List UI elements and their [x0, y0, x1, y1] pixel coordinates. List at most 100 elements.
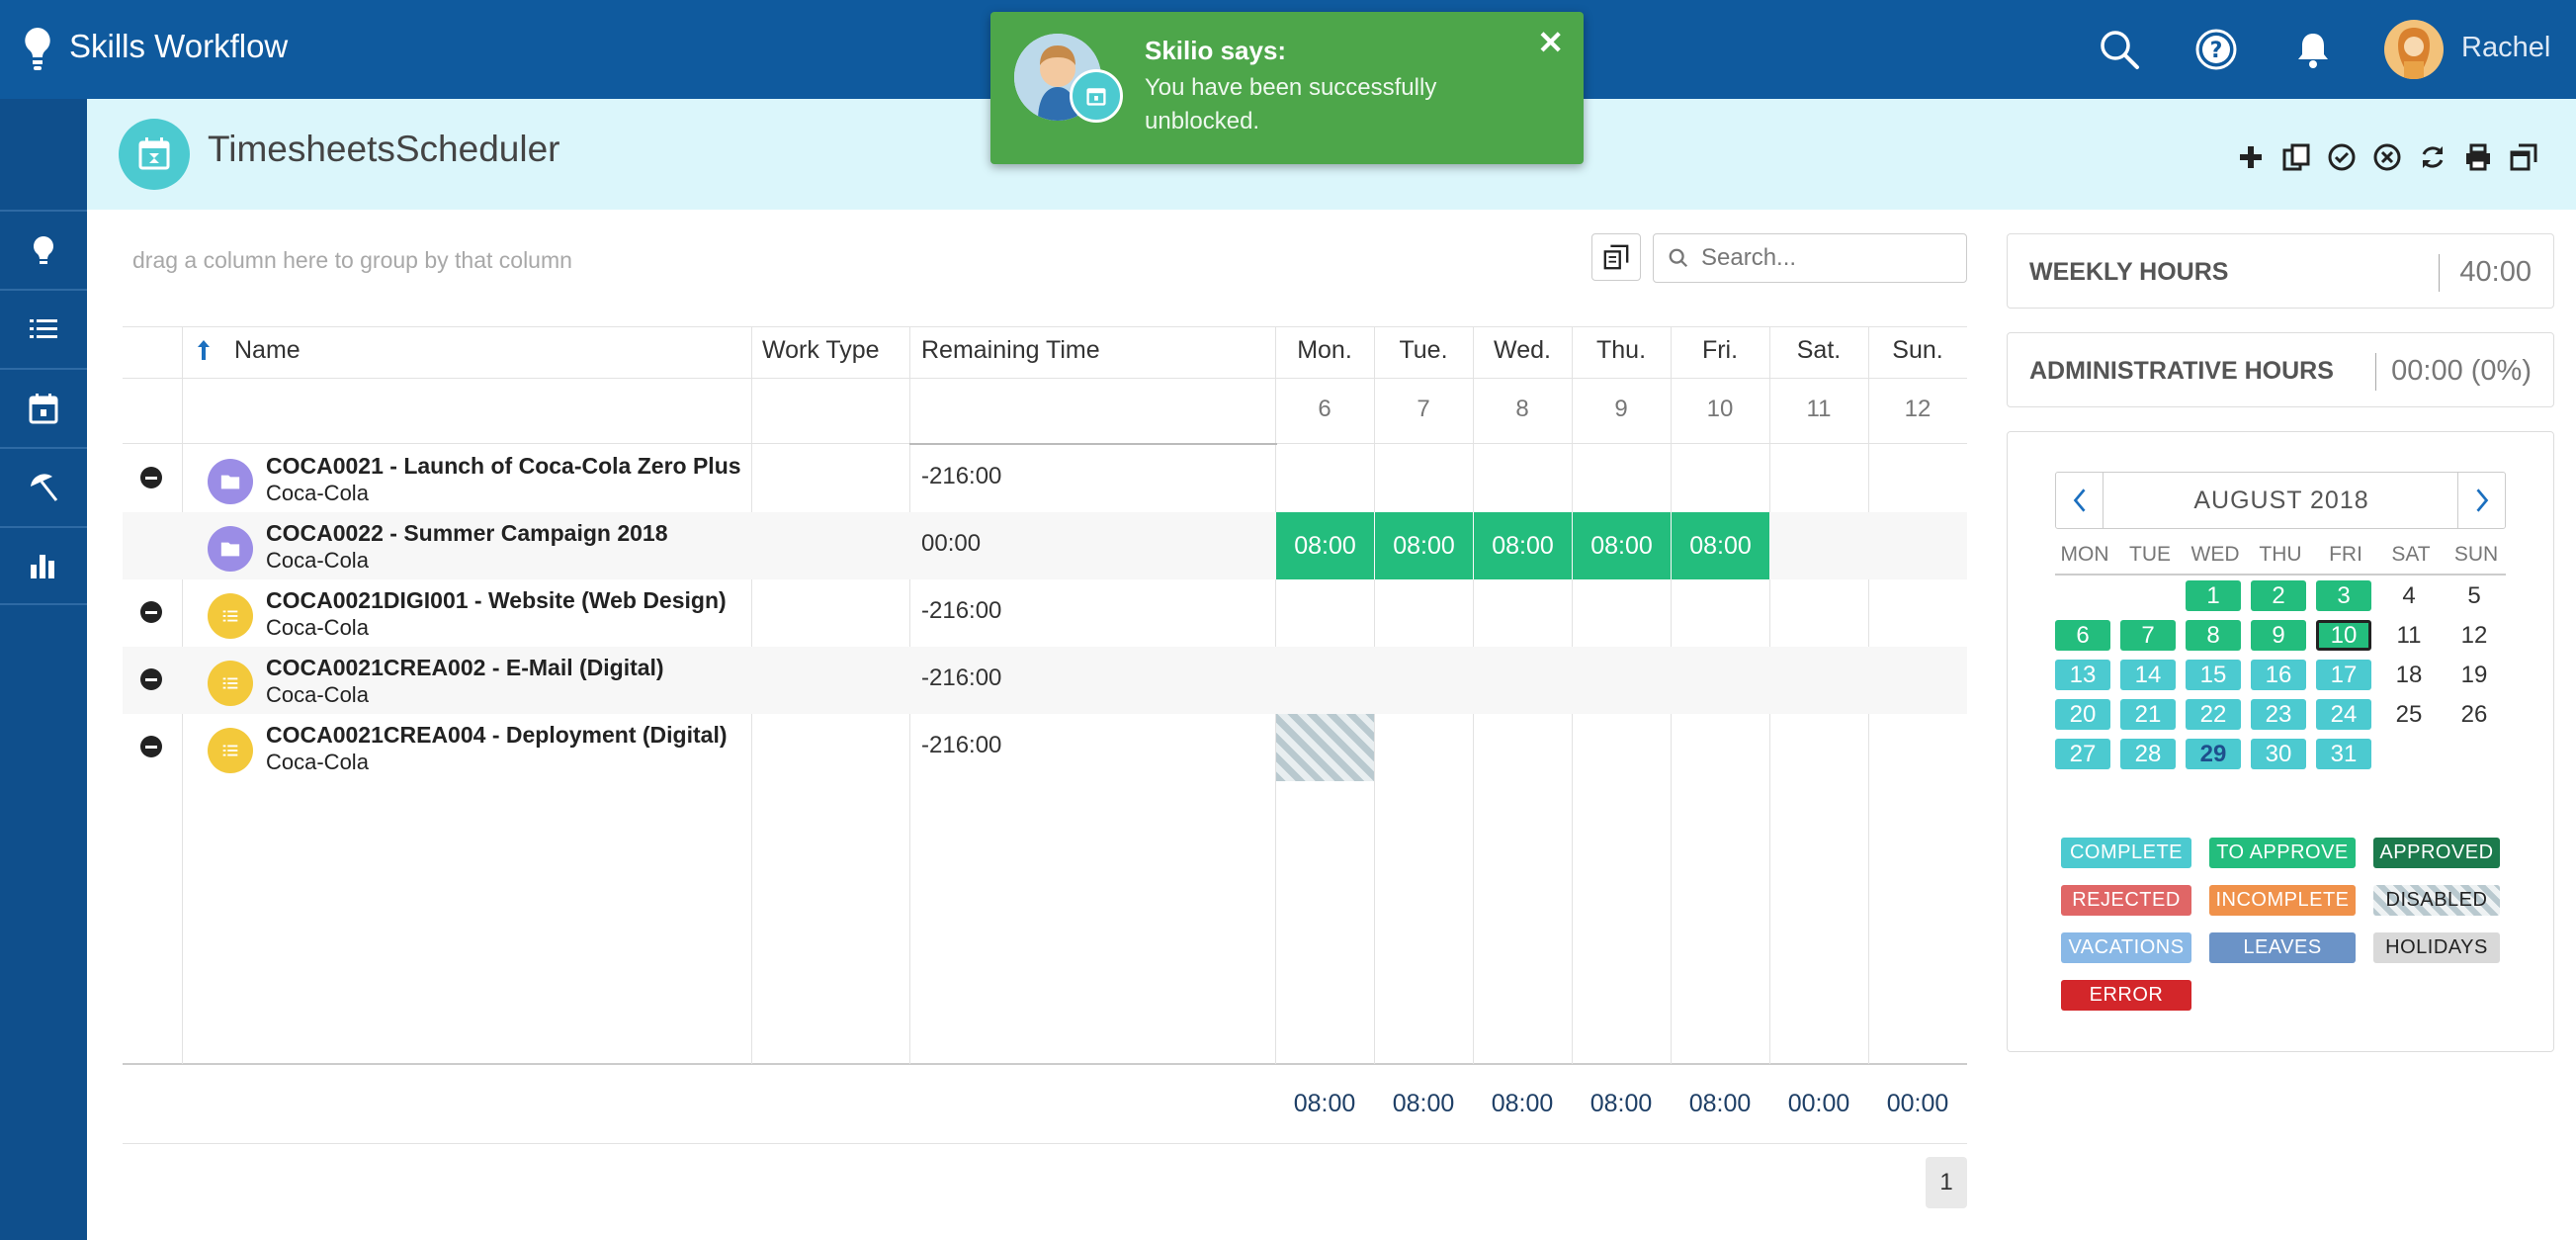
next-month-button[interactable]	[2457, 473, 2505, 528]
hours-cell[interactable]	[1869, 512, 1968, 579]
sort-ascending-icon[interactable]	[196, 338, 212, 362]
calendar-day[interactable]: 18	[2381, 660, 2437, 690]
hours-cell[interactable]	[1770, 512, 1869, 579]
hours-cell[interactable]	[1672, 714, 1770, 781]
calendar-day-selected[interactable]: 10	[2316, 620, 2371, 651]
calendar-day[interactable]: 16	[2251, 660, 2306, 690]
column-header-day[interactable]: Fri.	[1671, 336, 1769, 365]
hours-cell[interactable]	[1474, 445, 1573, 512]
calendar-day[interactable]: 7	[2120, 620, 2176, 651]
pagination-page-button[interactable]: 1	[1926, 1157, 1967, 1208]
hours-cell[interactable]	[1375, 714, 1474, 781]
calendar-day[interactable]: 28	[2120, 739, 2176, 769]
hours-cell[interactable]	[1573, 647, 1672, 714]
table-row[interactable]: COCA0021DIGI001 - Website (Web Design) C…	[123, 579, 1967, 647]
hours-cell[interactable]	[1375, 445, 1474, 512]
column-header-day[interactable]: Wed.	[1473, 336, 1572, 365]
hours-cell[interactable]: 08:00	[1276, 512, 1374, 579]
column-header-day[interactable]: Sat.	[1769, 336, 1868, 365]
hours-cell[interactable]	[1672, 647, 1770, 714]
calendar-day[interactable]: 21	[2120, 699, 2176, 730]
remove-row-icon[interactable]	[140, 668, 162, 690]
column-header-day[interactable]: Mon.	[1275, 336, 1374, 365]
table-row[interactable]: COCA0021CREA002 - E-Mail (Digital) Coca-…	[123, 647, 1967, 714]
calendar-day[interactable]: 5	[2447, 580, 2502, 611]
help-icon[interactable]: ?	[2194, 28, 2238, 71]
notification-bell-icon[interactable]	[2291, 28, 2335, 71]
add-button[interactable]	[2234, 140, 2268, 174]
calendar-day[interactable]: 12	[2447, 620, 2502, 651]
hours-cell[interactable]	[1276, 647, 1375, 714]
calendar-day[interactable]: 25	[2381, 699, 2437, 730]
calendar-day[interactable]: 23	[2251, 699, 2306, 730]
hours-cell[interactable]	[1474, 579, 1573, 647]
column-header-remaining-time[interactable]: Remaining Time	[921, 336, 1100, 365]
remove-row-icon[interactable]	[140, 736, 162, 757]
hours-cell[interactable]	[1375, 647, 1474, 714]
calendar-day[interactable]: 3	[2316, 580, 2371, 611]
calendar-day[interactable]: 11	[2381, 620, 2437, 651]
table-row[interactable]: COCA0021CREA004 - Deployment (Digital) C…	[123, 714, 1967, 781]
search-input[interactable]: Search...	[1701, 244, 1796, 272]
hours-cell[interactable]	[1770, 579, 1869, 647]
close-icon[interactable]: ✕	[1537, 24, 1564, 61]
hours-cell[interactable]	[1573, 579, 1672, 647]
hours-cell[interactable]: 08:00	[1474, 512, 1572, 579]
calendar-day[interactable]: 4	[2381, 580, 2437, 611]
window-button[interactable]	[2507, 140, 2540, 174]
remove-row-icon[interactable]	[140, 601, 162, 623]
hours-cell[interactable]	[1573, 445, 1672, 512]
calendar-month-title[interactable]: AUGUST 2018	[2056, 487, 2507, 515]
calendar-day[interactable]: 13	[2055, 660, 2110, 690]
column-header-name[interactable]: Name	[234, 336, 301, 365]
calendar-day[interactable]: 15	[2186, 660, 2241, 690]
calendar-day[interactable]: 1	[2186, 580, 2241, 611]
copy-button[interactable]	[2279, 140, 2313, 174]
hours-cell[interactable]: 08:00	[1375, 512, 1473, 579]
calendar-day[interactable]: 19	[2447, 660, 2502, 690]
sidebar-item-reports[interactable]	[0, 526, 87, 605]
column-header-day[interactable]: Thu.	[1572, 336, 1671, 365]
calendar-day[interactable]: 8	[2186, 620, 2241, 651]
calendar-day-today[interactable]: 29	[2186, 739, 2241, 769]
calendar-day[interactable]: 6	[2055, 620, 2110, 651]
sidebar-item-vacations[interactable]	[0, 447, 87, 526]
hours-cell[interactable]	[1770, 647, 1869, 714]
column-chooser-button[interactable]	[1591, 233, 1641, 281]
table-row[interactable]: COCA0022 - Summer Campaign 2018 Coca-Col…	[123, 512, 1967, 579]
hours-cell[interactable]	[1672, 579, 1770, 647]
sidebar-item-tasks[interactable]	[0, 289, 87, 368]
refresh-button[interactable]	[2416, 140, 2449, 174]
print-button[interactable]	[2461, 140, 2495, 174]
hours-cell[interactable]	[1869, 445, 1968, 512]
calendar-day[interactable]: 22	[2186, 699, 2241, 730]
group-drop-area[interactable]: drag a column here to group by that colu…	[132, 247, 572, 274]
hours-cell[interactable]: 08:00	[1573, 512, 1671, 579]
hours-cell[interactable]	[1672, 445, 1770, 512]
reject-button[interactable]	[2370, 140, 2404, 174]
hours-cell[interactable]	[1573, 714, 1672, 781]
calendar-day[interactable]: 24	[2316, 699, 2371, 730]
hours-cell[interactable]	[1869, 579, 1968, 647]
calendar-day[interactable]: 14	[2120, 660, 2176, 690]
calendar-day[interactable]: 17	[2316, 660, 2371, 690]
hours-cell[interactable]	[1474, 647, 1573, 714]
sidebar-item-ideas[interactable]	[0, 210, 87, 289]
sidebar-item-timesheets[interactable]	[0, 368, 87, 447]
calendar-day[interactable]: 20	[2055, 699, 2110, 730]
calendar-day[interactable]: 30	[2251, 739, 2306, 769]
hours-cell[interactable]	[1375, 579, 1474, 647]
submit-button[interactable]	[2325, 140, 2359, 174]
hours-cell[interactable]	[1276, 445, 1375, 512]
app-brand[interactable]: Skills Workflow	[69, 28, 288, 65]
remove-row-icon[interactable]	[140, 467, 162, 488]
column-header-work-type[interactable]: Work Type	[762, 336, 880, 365]
calendar-day[interactable]: 2	[2251, 580, 2306, 611]
column-header-day[interactable]: Sun.	[1868, 336, 1967, 365]
hours-cell[interactable]: 08:00	[1672, 512, 1769, 579]
user-name[interactable]: Rachel	[2461, 32, 2550, 64]
hours-cell[interactable]	[1770, 445, 1869, 512]
table-row[interactable]: COCA0021 - Launch of Coca-Cola Zero Plus…	[123, 445, 1967, 512]
hours-cell[interactable]	[1276, 579, 1375, 647]
calendar-day[interactable]: 27	[2055, 739, 2110, 769]
